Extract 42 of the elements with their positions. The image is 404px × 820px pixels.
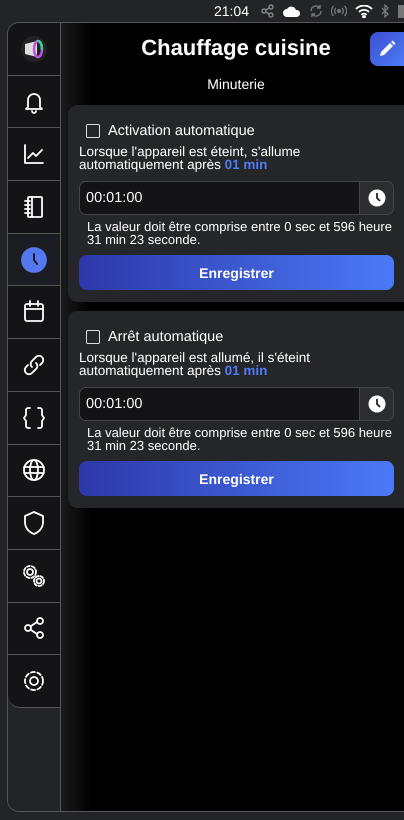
time-field[interactable]: 00:01:00 <box>79 181 359 215</box>
hotspot-icon <box>331 5 347 17</box>
sidebar-item[interactable] <box>8 128 60 182</box>
checkbox[interactable] <box>86 330 100 344</box>
time-field[interactable]: 00:01:00 <box>79 387 359 421</box>
sync-icon <box>309 4 323 18</box>
sidebar-item[interactable] <box>8 444 60 498</box>
sidebar-item[interactable] <box>8 655 60 708</box>
clock-button[interactable] <box>359 387 394 421</box>
description: Lorsque l'appareil est allumé, il s'éteint automatiquement après 01 min <box>79 351 312 377</box>
sidebar-item[interactable] <box>8 550 60 603</box>
page-subtitle: Minuterie <box>206 76 266 92</box>
battery-icon <box>398 4 404 18</box>
sidebar-item[interactable] <box>8 497 60 550</box>
page-title: Chauffage cuisine <box>141 35 331 61</box>
sidebar-item[interactable] <box>8 286 60 340</box>
clock-button[interactable] <box>359 181 394 215</box>
status-time: 21:04 <box>214 3 249 19</box>
edit-button[interactable] <box>370 32 404 66</box>
share-icon <box>261 4 275 18</box>
lamp-icon <box>20 34 48 63</box>
sidebar-item[interactable] <box>8 339 60 392</box>
clock-icon <box>368 189 386 207</box>
sidebar-item[interactable] <box>8 181 60 234</box>
description: Lorsque l'appareil est éteint, s'allume automatiquement après 01 min <box>79 145 302 171</box>
wifi-icon <box>355 4 373 18</box>
clock-icon <box>368 395 386 413</box>
sidebar-item[interactable] <box>8 23 60 76</box>
pencil-icon <box>378 40 396 58</box>
checkbox[interactable] <box>86 124 100 138</box>
hint-text: La valeur doit être comprise entre 0 sec et 596 heure 31 min 23 seconde. <box>87 426 393 452</box>
hint-text: La valeur doit être comprise entre 0 sec et 596 heure 31 min 23 seconde. <box>87 220 393 246</box>
checkbox-label: Arrêt automatique <box>108 329 224 345</box>
cloud-icon <box>283 5 301 17</box>
save-button[interactable]: Enregistrer <box>79 461 394 496</box>
clock-icon <box>20 246 48 274</box>
sidebar-item[interactable] <box>8 392 60 444</box>
checkbox-label: Activation automatique <box>108 123 255 139</box>
bluetooth-icon <box>381 4 390 18</box>
sidebar-item[interactable] <box>8 76 60 128</box>
sidebar-item[interactable] <box>8 602 60 656</box>
save-button[interactable]: Enregistrer <box>79 255 394 290</box>
